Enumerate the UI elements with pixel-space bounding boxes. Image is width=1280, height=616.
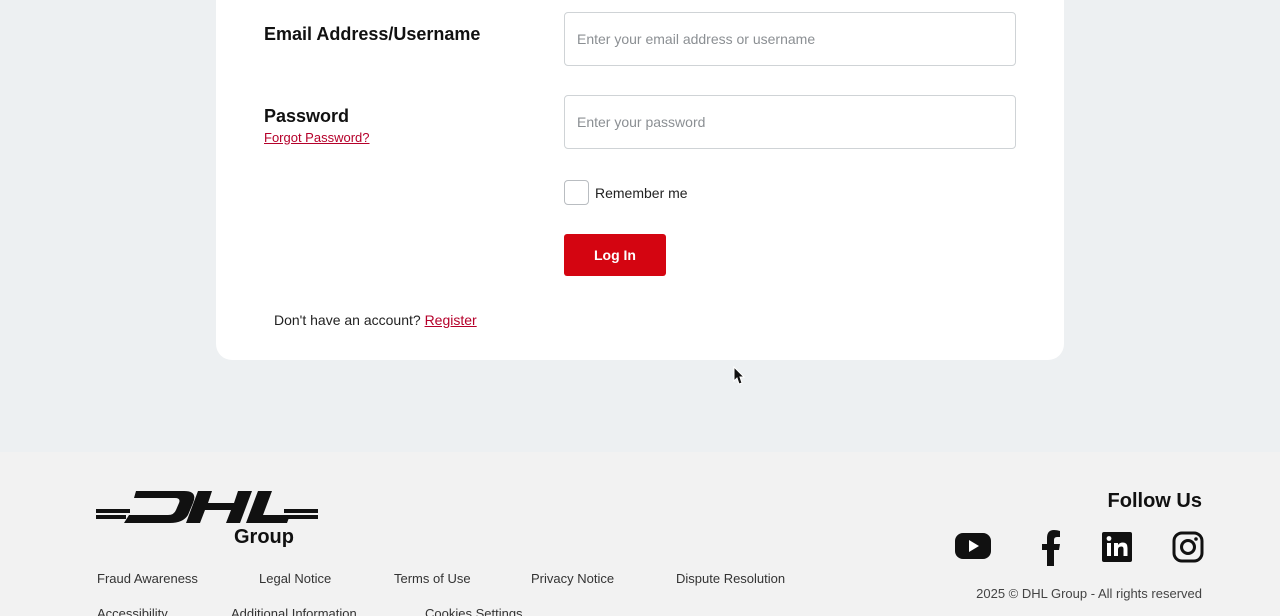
remember-me-label[interactable]: Remember me: [595, 185, 688, 201]
email-field[interactable]: [564, 12, 1016, 66]
register-row: Don't have an account? Register: [274, 312, 477, 328]
email-label: Email Address/Username: [264, 24, 481, 44]
register-link[interactable]: Register: [425, 312, 477, 328]
footer-link-fraud-awareness[interactable]: Fraud Awareness: [97, 571, 198, 586]
password-label: Password: [264, 106, 350, 126]
footer-link-legal-notice[interactable]: Legal Notice: [259, 571, 331, 586]
mouse-cursor-icon: [733, 366, 746, 385]
copyright-text: 2025 © DHL Group - All rights reserved: [976, 586, 1202, 601]
instagram-icon[interactable]: [1172, 529, 1204, 565]
logo-group-text: Group: [234, 526, 294, 548]
password-field[interactable]: [564, 95, 1016, 149]
footer: Group Fraud Awareness Legal Notice Terms…: [0, 452, 1280, 616]
remember-me-checkbox[interactable]: [564, 180, 589, 205]
remember-me-row: Remember me: [564, 180, 688, 205]
linkedin-icon[interactable]: [1101, 529, 1133, 565]
forgot-password-link[interactable]: Forgot Password?: [264, 130, 370, 145]
footer-link-accessibility[interactable]: Accessibility: [97, 606, 168, 616]
footer-link-cookies-settings[interactable]: Cookies Settings: [425, 606, 523, 616]
no-account-text: Don't have an account?: [274, 312, 421, 328]
footer-link-dispute-resolution[interactable]: Dispute Resolution: [676, 571, 785, 586]
follow-us-heading: Follow Us: [1107, 490, 1202, 512]
footer-link-additional-information[interactable]: Additional Information: [231, 606, 357, 616]
youtube-icon[interactable]: [954, 528, 992, 564]
footer-link-privacy-notice[interactable]: Privacy Notice: [531, 571, 614, 586]
facebook-icon[interactable]: [1038, 530, 1064, 566]
footer-link-terms-of-use[interactable]: Terms of Use: [394, 571, 471, 586]
login-card: Email Address/Username Password Forgot P…: [216, 0, 1064, 360]
login-button[interactable]: Log In: [564, 234, 666, 276]
